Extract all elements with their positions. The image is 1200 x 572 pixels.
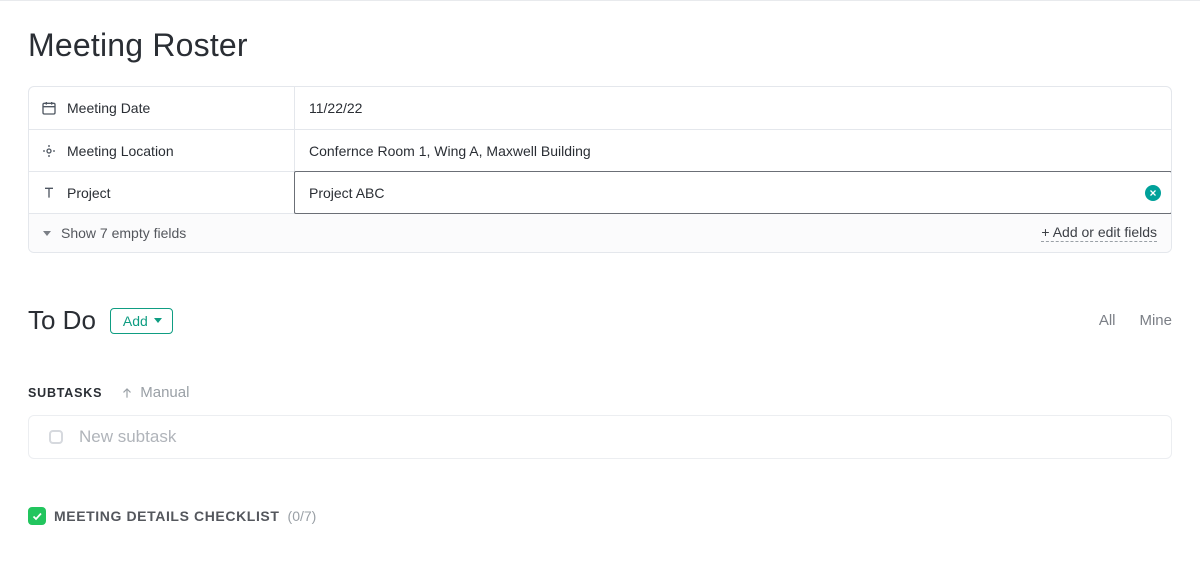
filter-mine[interactable]: Mine xyxy=(1139,312,1172,329)
arrow-up-icon xyxy=(120,386,134,400)
field-value-project[interactable]: Project ABC xyxy=(294,171,1172,214)
todo-filters: All Mine xyxy=(1099,312,1172,329)
checklist-count: (0/7) xyxy=(288,508,317,524)
chevron-down-icon xyxy=(43,231,51,236)
todo-title: To Do xyxy=(28,305,96,336)
field-value-meeting-date[interactable]: 11/22/22 xyxy=(295,87,1171,129)
fields-footer: Show 7 empty fields + Add or edit fields xyxy=(29,213,1171,252)
new-subtask-row[interactable] xyxy=(28,415,1172,459)
checklist-header[interactable]: MEETING DETAILS CHECKLIST (0/7) xyxy=(28,507,1172,525)
subtask-checkbox[interactable] xyxy=(49,430,63,444)
add-todo-label: Add xyxy=(123,313,148,329)
field-row-meeting-location: Meeting Location Confernce Room 1, Wing … xyxy=(29,129,1171,171)
field-value-project-text: Project ABC xyxy=(309,185,384,201)
checklist-title: MEETING DETAILS CHECKLIST xyxy=(54,508,280,524)
new-subtask-input[interactable] xyxy=(77,426,1151,448)
field-row-project: Project Project ABC xyxy=(29,171,1171,213)
custom-fields-box: Meeting Date 11/22/22 Meeting Location C… xyxy=(28,86,1172,253)
subtasks-label: SUBTASKS xyxy=(28,386,102,400)
field-value-meeting-location[interactable]: Confernce Room 1, Wing A, Maxwell Buildi… xyxy=(295,130,1171,171)
field-label-text: Project xyxy=(67,185,111,201)
check-icon xyxy=(28,507,46,525)
location-icon xyxy=(41,143,57,159)
field-label-text: Meeting Location xyxy=(67,143,174,159)
show-empty-fields-toggle[interactable]: Show 7 empty fields xyxy=(43,225,186,241)
field-label-project: Project xyxy=(29,172,295,213)
field-label-meeting-date: Meeting Date xyxy=(29,87,295,129)
field-label-meeting-location: Meeting Location xyxy=(29,130,295,171)
field-row-meeting-date: Meeting Date 11/22/22 xyxy=(29,87,1171,129)
add-edit-fields-link[interactable]: + Add or edit fields xyxy=(1041,224,1157,242)
clear-field-button[interactable] xyxy=(1145,185,1161,201)
subtasks-header: SUBTASKS Manual xyxy=(28,384,1172,401)
filter-all[interactable]: All xyxy=(1099,312,1116,329)
text-field-icon xyxy=(41,185,57,201)
calendar-icon xyxy=(41,100,57,116)
add-todo-button[interactable]: Add xyxy=(110,308,173,334)
show-empty-fields-label: Show 7 empty fields xyxy=(61,225,186,241)
todo-section-header: To Do Add All Mine xyxy=(28,305,1172,336)
subtasks-sort-label: Manual xyxy=(140,384,189,401)
page-title: Meeting Roster xyxy=(28,27,1172,64)
subtasks-sort-button[interactable]: Manual xyxy=(120,384,189,401)
field-label-text: Meeting Date xyxy=(67,100,150,116)
chevron-down-icon xyxy=(154,318,162,323)
